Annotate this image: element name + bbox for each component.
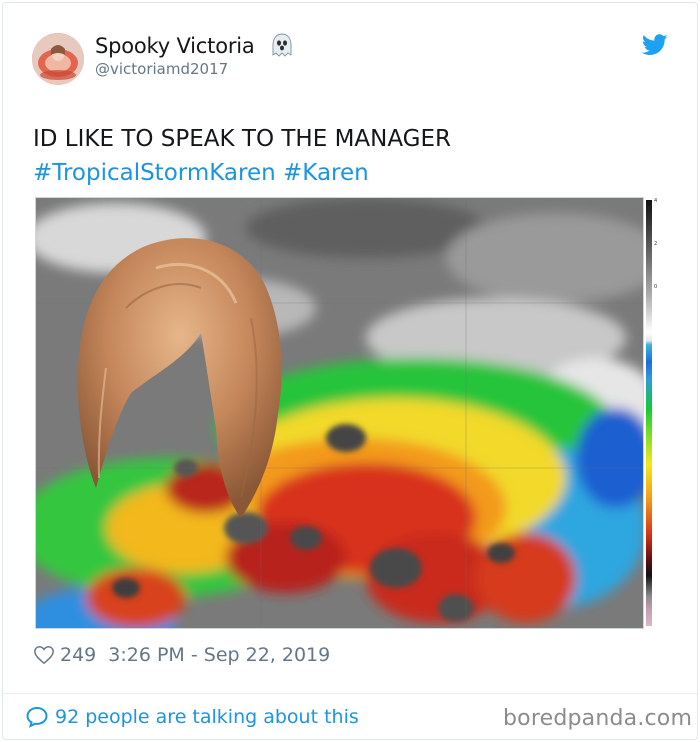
tweet-text-line: ID LIKE TO SPEAK TO THE MANAGER [33, 126, 452, 152]
scale-tick-label: 0 [654, 284, 658, 290]
conversation-text[interactable]: 92 people are talking about this [55, 706, 359, 728]
watermark: boredpanda.com [503, 706, 693, 731]
like-count[interactable]: 249 [60, 644, 96, 666]
avatar[interactable] [32, 33, 84, 85]
color-scale-bar [646, 200, 652, 626]
tweet-media-image[interactable] [35, 197, 644, 629]
twitter-bird-icon[interactable] [642, 34, 668, 56]
scale-tick-label: 2 [654, 241, 658, 247]
scale-tick-label: 4 [654, 198, 658, 204]
divider [3, 693, 697, 694]
hashtag-karen[interactable]: #Karen [283, 160, 369, 186]
tweet-text: ID LIKE TO SPEAK TO THE MANAGER #Tropica… [33, 122, 653, 190]
tweet-timestamp[interactable]: 3:26 PM - Sep 22, 2019 [108, 644, 330, 666]
speech-bubble-icon [26, 706, 48, 728]
heart-icon[interactable] [33, 644, 55, 666]
hashtag-tropical-storm-karen[interactable]: #TropicalStormKaren [33, 160, 276, 186]
user-handle[interactable]: @victoriamd2017 [95, 60, 228, 78]
conversation-link[interactable]: 92 people are talking about this [25, 705, 359, 729]
satellite-image [36, 198, 643, 628]
avatar-image [32, 33, 84, 85]
tweet-stats: 249 3:26 PM - Sep 22, 2019 [33, 643, 330, 667]
display-name[interactable]: Spooky Victoria [95, 34, 255, 58]
ghost-icon [272, 33, 292, 57]
hashtag-line: #TropicalStormKaren #Karen [33, 156, 653, 190]
